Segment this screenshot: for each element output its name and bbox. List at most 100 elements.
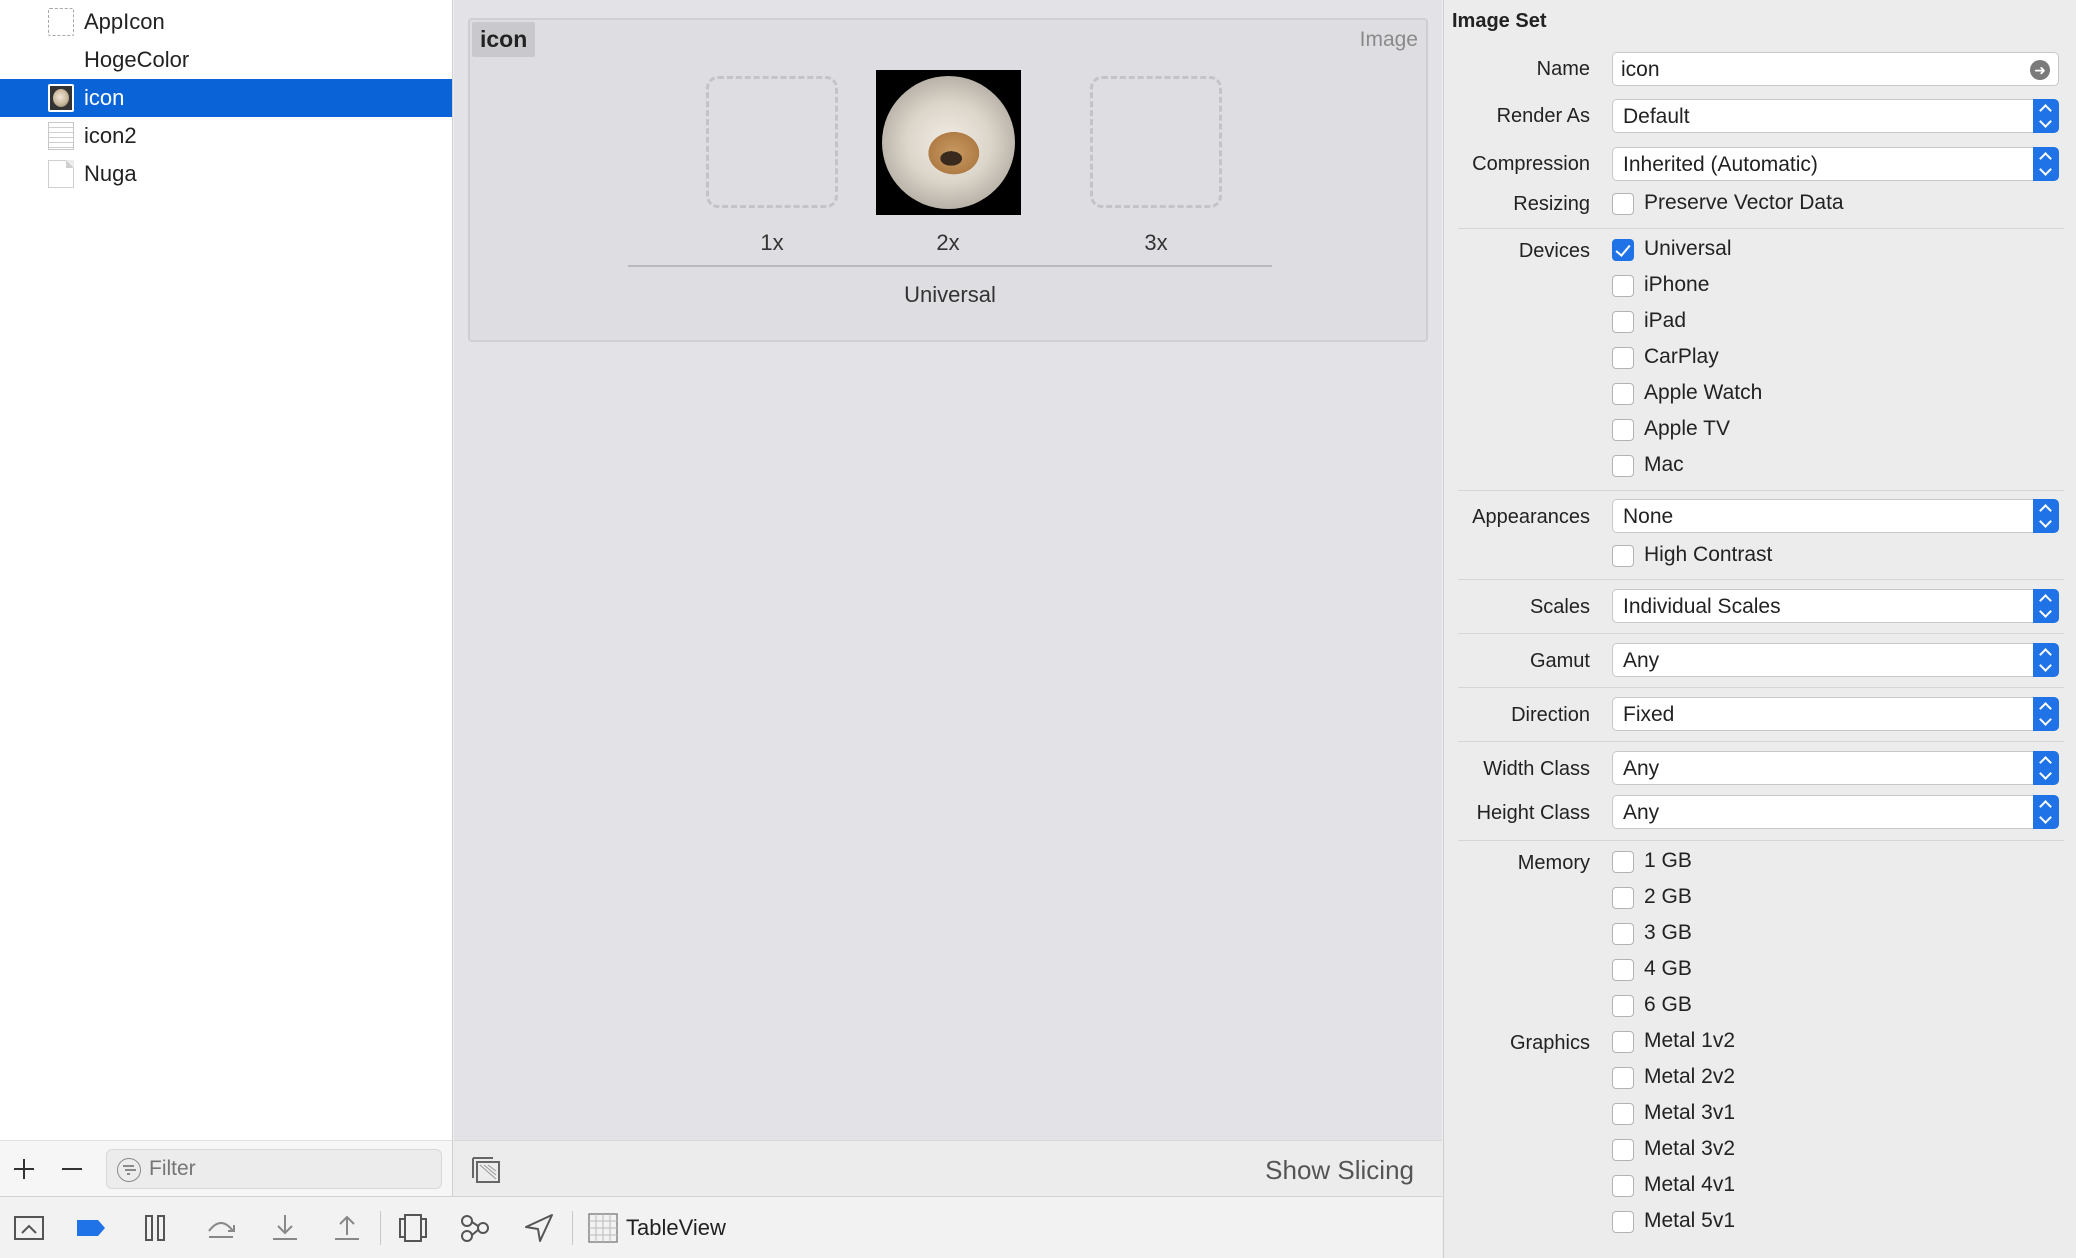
asset-editor: icon Image 1x 2x 3x Universal Show Slici…: [454, 0, 1442, 1196]
scales-select[interactable]: Individual Scales: [1612, 589, 2059, 623]
device-iphone-checkbox[interactable]: [1612, 275, 1634, 297]
slot-2x[interactable]: [876, 70, 1021, 215]
name-label: Name: [1536, 58, 1590, 80]
attributes-inspector: Image Set Name icon ➜ Render As Default …: [1443, 0, 2076, 1258]
sidebar-footer: [0, 1140, 452, 1196]
appearances-value: None: [1623, 505, 1674, 528]
scale-label-1x: 1x: [760, 230, 784, 255]
memory-6gb-label: 6 GB: [1644, 993, 1692, 1016]
simulate-location-icon[interactable]: [522, 1211, 556, 1245]
graphics-metal-2v2-checkbox[interactable]: [1612, 1067, 1634, 1089]
chevron-updown-icon: [2033, 589, 2059, 623]
direction-select[interactable]: Fixed: [1612, 697, 2059, 731]
graphics-metal-3v2-checkbox[interactable]: [1612, 1139, 1634, 1161]
step-into-icon[interactable]: [268, 1211, 302, 1245]
document-thumbnail-icon: [48, 160, 74, 188]
high-contrast-checkbox[interactable]: [1612, 545, 1634, 567]
device-mac-checkbox[interactable]: [1612, 455, 1634, 477]
minus-icon[interactable]: [56, 1151, 88, 1187]
width-class-value: Any: [1623, 757, 1660, 780]
asset-row-hogecolor[interactable]: HogeColor: [0, 41, 452, 79]
device-label: Universal: [904, 282, 996, 307]
name-field[interactable]: icon ➜: [1612, 52, 2059, 86]
device-divider: [628, 265, 1272, 267]
graphics-metal-5v1-checkbox[interactable]: [1612, 1211, 1634, 1233]
memory-label: Memory: [1517, 852, 1590, 874]
device-apple-tv-label: Apple TV: [1644, 417, 1730, 440]
memory-graph-icon[interactable]: [458, 1211, 492, 1245]
slices-icon[interactable]: [470, 1155, 502, 1185]
device-iphone-label: iPhone: [1644, 273, 1710, 296]
image-set-title: icon: [472, 22, 536, 57]
arrow-right-icon[interactable]: ➜: [2030, 60, 2050, 80]
step-over-icon[interactable]: [204, 1211, 238, 1245]
device-ipad-label: iPad: [1644, 309, 1687, 332]
device-apple-watch-label: Apple Watch: [1644, 381, 1763, 404]
height-class-select[interactable]: Any: [1612, 795, 2059, 829]
compression-value: Inherited (Automatic): [1623, 153, 1818, 176]
slot-1x[interactable]: [706, 76, 838, 208]
render-as-label: Render As: [1496, 105, 1590, 127]
hide-debug-area-icon[interactable]: [12, 1211, 46, 1245]
filter-input[interactable]: [149, 1156, 429, 1182]
asset-label: Nuga: [84, 161, 137, 186]
scheme-grid-icon: [586, 1211, 620, 1245]
device-apple-watch-checkbox[interactable]: [1612, 383, 1634, 405]
filter-field[interactable]: [106, 1149, 442, 1189]
scheme-label[interactable]: TableView: [626, 1215, 726, 1241]
image-set-card[interactable]: icon Image 1x 2x 3x Universal: [468, 18, 1428, 342]
width-class-select[interactable]: Any: [1612, 751, 2059, 785]
step-out-icon[interactable]: [330, 1211, 364, 1245]
memory-4gb-checkbox[interactable]: [1612, 959, 1634, 981]
compression-select[interactable]: Inherited (Automatic): [1612, 147, 2059, 181]
render-as-select[interactable]: Default: [1612, 99, 2059, 133]
graphics-metal-2v2-label: Metal 2v2: [1644, 1065, 1736, 1088]
filter-icon: [117, 1158, 141, 1182]
gamut-select[interactable]: Any: [1612, 643, 2059, 677]
memory-6gb-checkbox[interactable]: [1612, 995, 1634, 1017]
pause-icon[interactable]: [138, 1211, 172, 1245]
memory-2gb-checkbox[interactable]: [1612, 887, 1634, 909]
memory-4gb-label: 4 GB: [1644, 957, 1692, 980]
scales-value: Individual Scales: [1623, 595, 1781, 618]
render-as-value: Default: [1623, 105, 1690, 128]
breakpoints-icon[interactable]: [74, 1211, 108, 1245]
show-slicing-button[interactable]: Show Slicing: [1265, 1155, 1414, 1186]
graphics-metal-3v1-label: Metal 3v1: [1644, 1101, 1736, 1124]
asset-label: AppIcon: [84, 9, 165, 34]
graphics-metal-3v2-label: Metal 3v2: [1644, 1137, 1736, 1160]
device-carplay-checkbox[interactable]: [1612, 347, 1634, 369]
asset-row-nuga[interactable]: Nuga: [0, 155, 452, 193]
divider: [1458, 687, 2064, 688]
divider: [1458, 840, 2064, 841]
inspector-title: Image Set: [1452, 10, 1547, 32]
asset-row-icon[interactable]: icon: [0, 79, 452, 117]
graphics-metal-4v1-checkbox[interactable]: [1612, 1175, 1634, 1197]
divider: [1458, 741, 2064, 742]
graphics-label: Graphics: [1509, 1032, 1590, 1054]
device-apple-tv-checkbox[interactable]: [1612, 419, 1634, 441]
device-universal-checkbox[interactable]: [1612, 239, 1634, 261]
graphics-metal-3v1-checkbox[interactable]: [1612, 1103, 1634, 1125]
chevron-updown-icon: [2033, 99, 2059, 133]
color-set-thumbnail-icon: [48, 46, 74, 74]
asset-row-appicon[interactable]: AppIcon: [0, 3, 452, 41]
graphics-metal-5v1-label: Metal 5v1: [1644, 1209, 1736, 1232]
plus-icon[interactable]: [8, 1151, 40, 1187]
memory-3gb-checkbox[interactable]: [1612, 923, 1634, 945]
preserve-vector-checkbox[interactable]: [1612, 193, 1634, 215]
graphics-metal-1v2-checkbox[interactable]: [1612, 1031, 1634, 1053]
toolbar-separator: [380, 1211, 381, 1245]
asset-label: HogeColor: [84, 47, 190, 72]
slot-3x[interactable]: [1090, 76, 1222, 208]
asset-label: icon: [84, 85, 125, 110]
chevron-updown-icon: [2033, 795, 2059, 829]
editor-footer: Show Slicing: [454, 1140, 1442, 1196]
toolbar-separator: [572, 1211, 573, 1245]
view-hierarchy-icon[interactable]: [396, 1211, 430, 1245]
debug-toolbar: TableView: [0, 1196, 1442, 1258]
device-ipad-checkbox[interactable]: [1612, 311, 1634, 333]
asset-row-icon2[interactable]: icon2: [0, 117, 452, 155]
appearances-select[interactable]: None: [1612, 499, 2059, 533]
memory-1gb-checkbox[interactable]: [1612, 851, 1634, 873]
